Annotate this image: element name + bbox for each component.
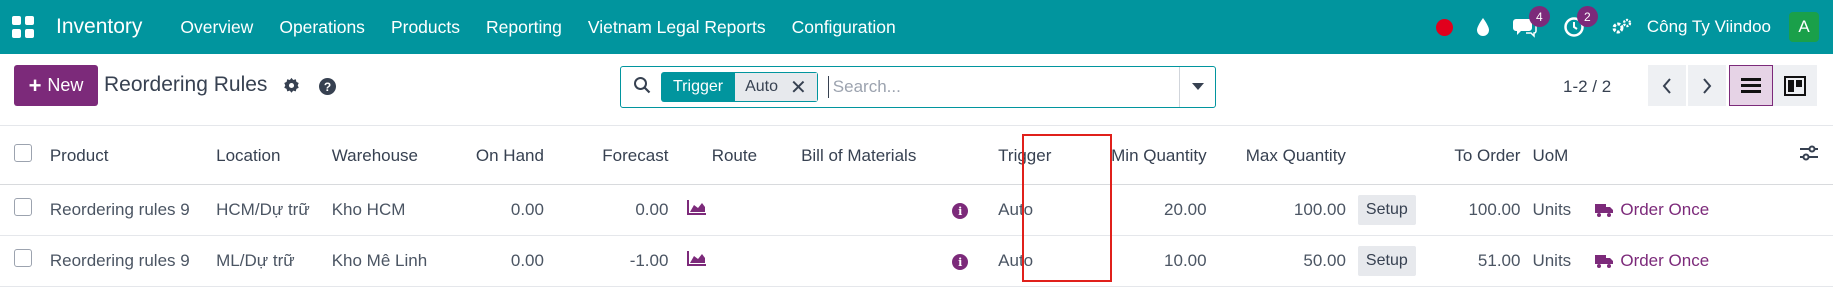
col-min-qty[interactable]: Min Quantity — [1051, 128, 1207, 185]
user-avatar[interactable]: A — [1789, 12, 1819, 42]
order-once-button[interactable]: Order Once — [1594, 200, 1833, 220]
row-checkbox[interactable] — [14, 249, 32, 267]
cell-warehouse: Kho Mê Linh — [331, 235, 448, 287]
cell-location: HCM/Dự trữ — [216, 184, 332, 236]
col-product[interactable]: Product — [49, 128, 217, 185]
order-once-label: Order Once — [1620, 199, 1710, 219]
search-facet: Trigger Auto ✕ — [661, 72, 818, 102]
forecast-chart-icon[interactable] — [687, 251, 707, 270]
messages-badge: 4 — [1528, 6, 1550, 27]
apps-menu-icon[interactable] — [12, 16, 34, 38]
messages-icon[interactable]: 4 — [1512, 6, 1550, 38]
order-once-label: Order Once — [1620, 250, 1710, 270]
recording-indicator-icon[interactable] — [1435, 18, 1453, 36]
search-options-toggle[interactable] — [1179, 67, 1215, 107]
select-all-checkbox[interactable] — [14, 144, 32, 163]
cell-forecast: 0.00 — [543, 184, 669, 236]
control-panel: + New Reordering Rules ? Trigger Auto ✕ … — [0, 54, 1833, 126]
cell-on-hand: 0.00 — [447, 184, 544, 236]
app-name[interactable]: Inventory — [56, 15, 142, 39]
company-settings-icon[interactable] — [1611, 17, 1633, 37]
search-icon[interactable] — [633, 76, 651, 99]
col-uom[interactable]: UoM — [1520, 128, 1583, 185]
new-button-label: New — [47, 75, 84, 95]
help-icon[interactable]: ? — [319, 78, 336, 95]
menu-products[interactable]: Products — [391, 17, 460, 38]
cell-trigger: Auto — [974, 184, 1052, 236]
cell-forecast: -1.00 — [543, 235, 669, 287]
table-header-row: Product Location Warehouse On Hand Forec… — [0, 128, 1833, 185]
top-navbar: Inventory Overview Operations Products R… — [0, 0, 1833, 54]
optional-columns-icon[interactable] — [1799, 145, 1819, 165]
row-checkbox[interactable] — [14, 198, 32, 216]
menu-reporting[interactable]: Reporting — [486, 17, 562, 38]
cell-min-qty: 10.00 — [1051, 235, 1207, 287]
setup-button[interactable]: Setup — [1357, 245, 1416, 276]
col-location[interactable]: Location — [216, 128, 332, 185]
facet-name: Trigger — [661, 72, 736, 102]
activities-badge: 2 — [1576, 6, 1598, 27]
kanban-view-icon — [1784, 75, 1806, 96]
cell-warehouse: Kho HCM — [331, 184, 448, 236]
chevron-right-icon — [1703, 77, 1712, 94]
cell-product: Reordering rules 9 — [49, 184, 217, 236]
pager-previous-button[interactable] — [1648, 65, 1686, 106]
col-route[interactable]: Route — [668, 128, 778, 185]
remove-facet-icon[interactable]: ✕ — [790, 75, 807, 100]
menu-configuration[interactable]: Configuration — [792, 17, 896, 38]
cell-uom: Units — [1520, 184, 1583, 236]
cell-uom: Units — [1520, 235, 1583, 287]
cell-max-qty: 50.00 — [1206, 235, 1346, 287]
col-max-qty[interactable]: Max Quantity — [1206, 128, 1346, 185]
search-input[interactable] — [827, 76, 1179, 98]
list-view-icon — [1741, 77, 1761, 93]
plus-icon: + — [28, 72, 42, 98]
col-forecast[interactable]: Forecast — [543, 128, 669, 185]
order-once-button[interactable]: Order Once — [1594, 251, 1833, 271]
gear-icon[interactable] — [283, 77, 300, 99]
cell-location: ML/Dự trữ — [216, 235, 332, 287]
col-on-hand[interactable]: On Hand — [447, 128, 544, 185]
cell-min-qty: 20.00 — [1051, 184, 1207, 236]
col-bom[interactable]: Bill of Materials — [777, 128, 975, 185]
truck-icon — [1595, 203, 1614, 217]
cell-product: Reordering rules 9 — [49, 235, 217, 287]
forecast-chart-icon[interactable] — [687, 200, 707, 219]
kanban-view-button[interactable] — [1773, 65, 1817, 106]
setup-button[interactable]: Setup — [1357, 194, 1416, 225]
col-trigger[interactable]: Trigger — [974, 128, 1052, 185]
new-button[interactable]: + New — [14, 65, 98, 106]
search-bar: Trigger Auto ✕ — [620, 66, 1216, 108]
col-warehouse[interactable]: Warehouse — [331, 128, 448, 185]
truck-icon — [1595, 254, 1614, 268]
cell-max-qty: 100.00 — [1206, 184, 1346, 236]
activities-clock-icon[interactable]: 2 — [1563, 6, 1598, 38]
pager-next-button[interactable] — [1688, 65, 1726, 106]
table-row[interactable]: Reordering rules 9 HCM/Dự trữ Kho HCM 0.… — [0, 184, 1833, 236]
info-icon[interactable]: i — [952, 254, 969, 270]
reordering-rules-table: Product Location Warehouse On Hand Forec… — [0, 128, 1833, 287]
pager-value[interactable]: 1-2 / 2 — [1563, 77, 1611, 97]
page-title: Reordering Rules — [104, 73, 268, 96]
droplet-icon[interactable] — [1475, 17, 1491, 37]
table-row[interactable]: Reordering rules 9 ML/Dự trữ Kho Mê Linh… — [0, 235, 1833, 287]
list-view-button[interactable] — [1729, 65, 1773, 106]
caret-down-icon — [1191, 83, 1204, 90]
facet-value-text: Auto — [745, 78, 779, 95]
cell-to-order: 51.00 — [1422, 235, 1521, 287]
menu-overview[interactable]: Overview — [180, 17, 253, 38]
cell-on-hand: 0.00 — [447, 235, 544, 287]
menu-operations[interactable]: Operations — [279, 17, 365, 38]
info-icon[interactable]: i — [952, 203, 969, 219]
menu-vietnam-legal-reports[interactable]: Vietnam Legal Reports — [588, 17, 766, 38]
company-switcher[interactable]: Công Ty Viindoo — [1647, 17, 1771, 37]
facet-value: Auto ✕ — [735, 72, 818, 102]
col-to-order[interactable]: To Order — [1422, 128, 1521, 185]
cell-trigger: Auto — [974, 235, 1052, 287]
cell-to-order: 100.00 — [1422, 184, 1521, 236]
chevron-left-icon — [1662, 77, 1671, 94]
